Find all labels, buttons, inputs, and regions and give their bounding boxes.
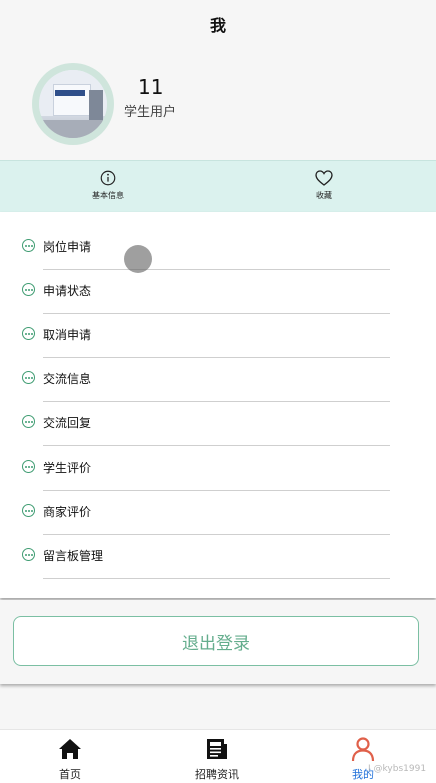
menu-item-message-board[interactable]: 留言板管理	[0, 539, 436, 583]
divider	[43, 534, 390, 535]
menu-item-label: 交流回复	[43, 416, 92, 430]
home-icon	[59, 739, 81, 759]
quick-actions-bar: 基本信息 收藏	[0, 160, 436, 213]
divider	[43, 401, 390, 402]
menu-item-label: 交流信息	[43, 372, 92, 386]
divider	[43, 578, 390, 579]
menu-item-merchant-reviews[interactable]: 商家评价	[0, 495, 436, 539]
menu-item-label: 商家评价	[43, 505, 92, 519]
menu-list: 岗位申请 申请状态 取消申请 交流信息 交流回复 学生评价 商家评价 留言板管理	[0, 212, 436, 598]
avatar-image	[39, 70, 107, 138]
info-icon	[100, 170, 116, 186]
menu-item-label: 申请状态	[43, 284, 92, 298]
menu-item-replies[interactable]: 交流回复	[0, 406, 436, 450]
more-dots-icon	[22, 548, 35, 561]
tab-news-label: 招聘资讯	[195, 768, 239, 781]
tab-news[interactable]: 招聘资讯	[167, 736, 267, 782]
watermark: I @kybs1991	[368, 764, 427, 774]
more-dots-icon	[22, 327, 35, 340]
menu-item-messages[interactable]: 交流信息	[0, 362, 436, 406]
more-dots-icon	[22, 239, 35, 252]
basic-info-label: 基本信息	[92, 191, 124, 200]
newspaper-icon	[207, 739, 227, 759]
menu-item-student-reviews[interactable]: 学生评价	[0, 451, 436, 495]
avatar[interactable]	[32, 63, 114, 145]
divider	[43, 490, 390, 491]
page-title: 我	[209, 16, 226, 35]
more-dots-icon	[22, 504, 35, 517]
divider	[43, 445, 390, 446]
menu-item-job-application[interactable]: 岗位申请	[0, 230, 436, 274]
more-dots-icon	[22, 371, 35, 384]
more-dots-icon	[22, 460, 35, 473]
user-icon	[351, 737, 375, 762]
favorites-button[interactable]: 收藏	[284, 169, 364, 201]
tab-home[interactable]: 首页	[20, 736, 120, 782]
more-dots-icon	[22, 415, 35, 428]
logout-button[interactable]: 退出登录	[13, 616, 419, 666]
page-header: 我	[0, 0, 436, 48]
divider	[43, 357, 390, 358]
more-dots-icon	[22, 283, 35, 296]
menu-item-label: 岗位申请	[43, 240, 92, 254]
user-role: 学生用户	[124, 105, 177, 120]
menu-item-cancel-application[interactable]: 取消申请	[0, 318, 436, 362]
menu-item-label: 取消申请	[43, 328, 92, 342]
profile-section: 11 学生用户	[0, 48, 436, 160]
logout-section: 退出登录	[0, 600, 436, 684]
heart-icon	[315, 170, 333, 186]
menu-item-label: 留言板管理	[43, 549, 104, 563]
bottom-tab-bar: 首页 招聘资讯 我的	[0, 729, 436, 783]
menu-item-label: 学生评价	[43, 461, 92, 475]
basic-info-button[interactable]: 基本信息	[68, 169, 148, 201]
tab-home-label: 首页	[59, 768, 81, 781]
menu-item-application-status[interactable]: 申请状态	[0, 274, 436, 318]
favorites-label: 收藏	[316, 191, 332, 200]
touch-indicator	[124, 245, 152, 273]
user-name: 11	[138, 75, 164, 99]
divider	[43, 269, 390, 270]
tab-mine[interactable]: 我的	[313, 736, 413, 782]
divider	[43, 313, 390, 314]
